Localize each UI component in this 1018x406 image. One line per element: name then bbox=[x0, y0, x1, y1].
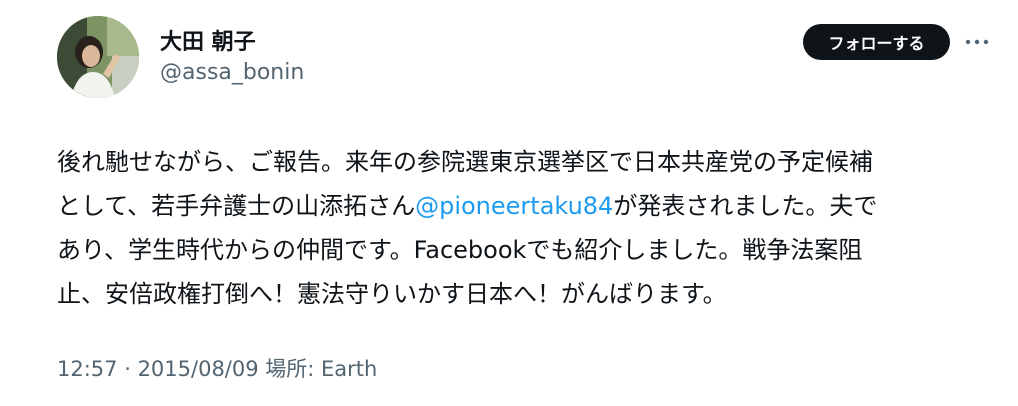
tweet-date: 2015/08/09 bbox=[137, 357, 259, 381]
tweet-line: あり、学生時代からの仲間です。Facebookでも紹介しました。戦争法案阻 bbox=[57, 236, 863, 264]
tweet-line: 後れ馳せながら、ご報告。来年の参院選東京選挙区で日本共産党の予定候補 bbox=[57, 148, 873, 176]
tweet-location: 場所: Earth bbox=[258, 357, 378, 381]
tweet-text-segment: が発表されました。夫で bbox=[613, 192, 878, 220]
tweet-line: 止、安倍政権打倒へ！憲法守りいかす日本へ！がんばります。 bbox=[57, 280, 727, 308]
more-horizontal-icon[interactable] bbox=[962, 30, 992, 54]
follow-button[interactable]: フォローする bbox=[803, 24, 950, 60]
display-name[interactable]: 大田 朝子 bbox=[160, 24, 256, 56]
tweet-text: 後れ馳せながら、ご報告。来年の参院選東京選挙区で日本共産党の予定候補 として、若… bbox=[57, 140, 987, 316]
mention-link[interactable]: @pioneertaku84 bbox=[415, 192, 613, 220]
tweet-card: 大田 朝子 @assa_bonin フォローする 後れ馳せながら、ご報告。来年の… bbox=[0, 0, 1018, 406]
tweet-text-segment: として、若手弁護士の山添拓さん bbox=[57, 192, 416, 220]
meta-separator: · bbox=[117, 357, 138, 381]
avatar[interactable] bbox=[57, 16, 139, 98]
avatar-photo bbox=[57, 16, 139, 98]
timestamp-link[interactable]: 12:57 · 2015/08/09 bbox=[57, 357, 259, 381]
tweet-time: 12:57 bbox=[57, 357, 118, 381]
user-handle[interactable]: @assa_bonin bbox=[160, 60, 304, 85]
tweet-meta: 12:57 · 2015/08/09 場所: Earth bbox=[57, 353, 377, 383]
tweet-line: として、若手弁護士の山添拓さん@pioneertaku84が発表されました。夫で bbox=[57, 184, 987, 228]
